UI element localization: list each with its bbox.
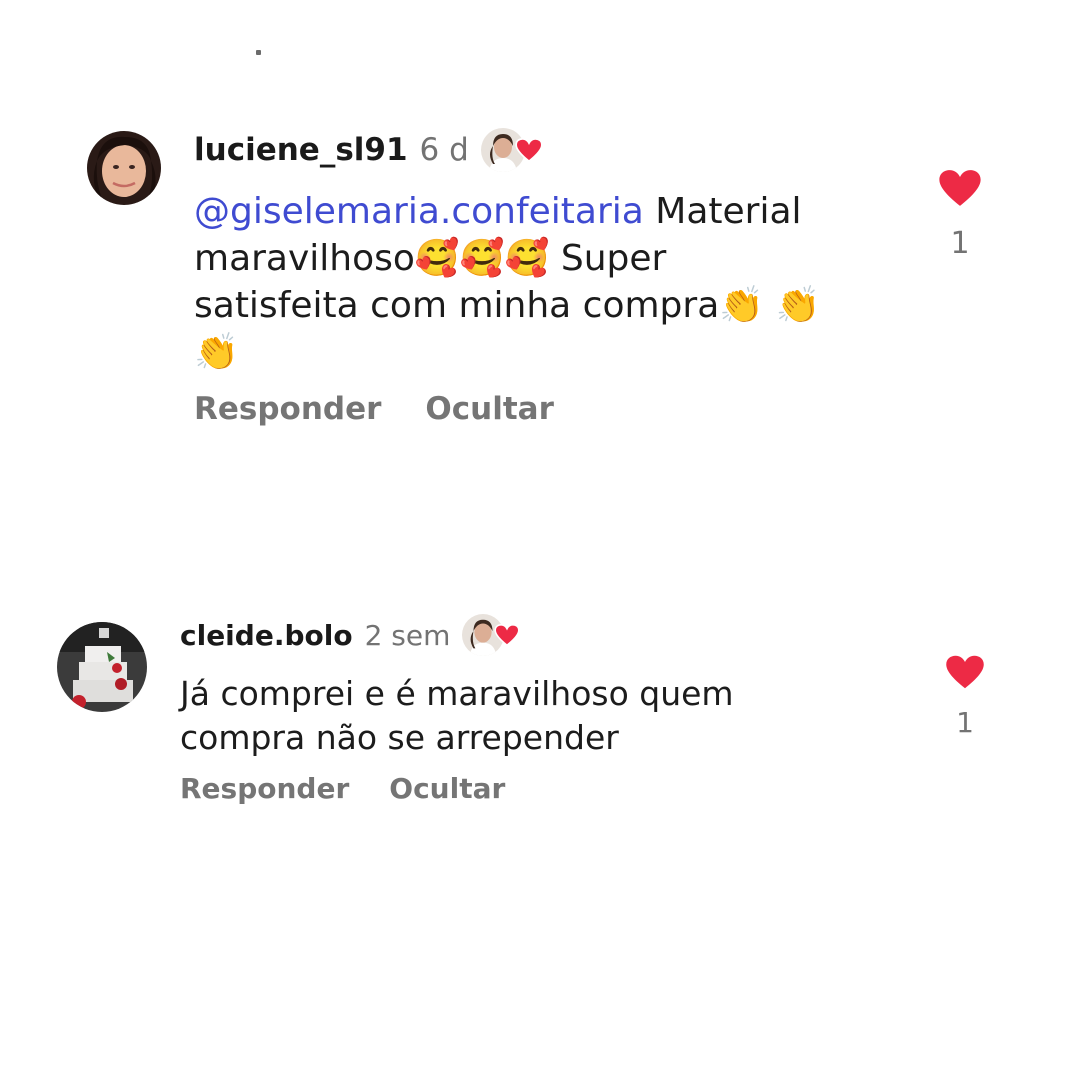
smiling-face-with-hearts-emoji: 🥰 [459, 238, 505, 279]
timestamp: 2 sem [364, 618, 451, 652]
mention-link[interactable]: @giselemaria.confeitaria [194, 191, 644, 232]
smiling-face-with-hearts-emoji: 🥰 [414, 238, 460, 279]
username[interactable]: luciene_sl91 [194, 132, 408, 168]
creator-liked-badge [480, 128, 543, 172]
reply-button[interactable]: Responder [194, 391, 381, 427]
username[interactable]: cleide.bolo [180, 619, 353, 652]
comment-text: @giselemaria.confeitaria Material maravi… [194, 191, 821, 373]
like-button[interactable]: 1 [937, 168, 983, 261]
comment-text: Já comprei e é maravilhoso quem compra n… [180, 674, 734, 757]
heart-icon[interactable] [945, 654, 985, 694]
heart-icon [515, 137, 543, 166]
avatar[interactable] [87, 131, 161, 205]
heart-icon[interactable] [938, 168, 982, 212]
avatar[interactable] [57, 622, 147, 712]
clapping-hands-emoji: 👏 [775, 285, 821, 326]
comment-header: cleide.bolo 2 sem [180, 613, 520, 657]
like-count: 1 [950, 226, 970, 261]
like-button[interactable]: 1 [944, 654, 986, 739]
clapping-hands-emoji: 👏 [194, 332, 239, 373]
timestamp: 6 d [419, 132, 469, 168]
comment-actions: Responder Ocultar [194, 391, 554, 427]
smiling-face-with-hearts-emoji: 🥰 [504, 238, 550, 279]
clapping-hands-emoji: 👏 [719, 285, 765, 326]
heart-icon [494, 623, 520, 650]
reply-button[interactable]: Responder [180, 772, 349, 805]
like-count: 1 [956, 706, 974, 739]
creator-liked-badge [462, 614, 520, 656]
comment-actions: Responder Ocultar [180, 772, 505, 805]
top-divider-dot [256, 50, 261, 55]
comment-header: luciene_sl91 6 d [194, 128, 543, 172]
hide-button[interactable]: Ocultar [389, 772, 505, 805]
hide-button[interactable]: Ocultar [425, 391, 553, 427]
